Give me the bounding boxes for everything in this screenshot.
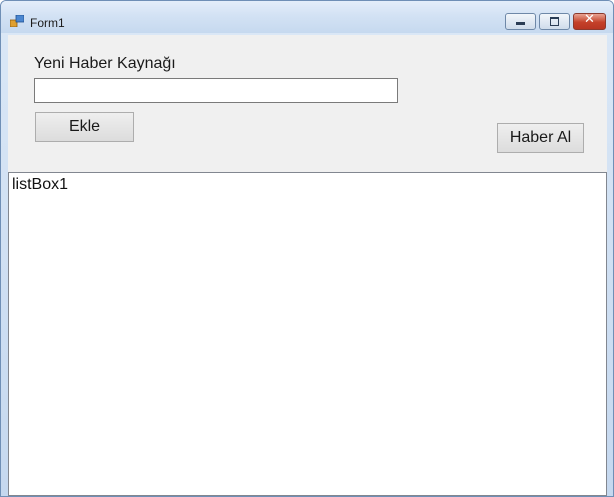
minimize-icon	[516, 22, 525, 25]
listbox-item[interactable]: listBox1	[12, 176, 68, 194]
form1-window: Form1 ✕ Yeni Haber Kaynağı Ekle Haber Al…	[0, 0, 614, 497]
news-listbox[interactable]: listBox1	[8, 172, 607, 496]
news-source-label: Yeni Haber Kaynağı	[34, 55, 176, 72]
window-title: Form1	[30, 16, 65, 30]
news-source-input[interactable]	[34, 78, 398, 103]
form-client-area: Yeni Haber Kaynağı Ekle Haber Al listBox…	[8, 35, 607, 496]
fetch-news-button[interactable]: Haber Al	[497, 123, 584, 153]
title-bar[interactable]: Form1 ✕	[1, 1, 613, 33]
add-button[interactable]: Ekle	[35, 112, 134, 142]
maximize-icon	[550, 17, 559, 26]
close-icon: ✕	[584, 12, 595, 27]
minimize-button[interactable]	[505, 13, 536, 30]
close-button[interactable]: ✕	[573, 12, 606, 30]
maximize-button[interactable]	[539, 13, 570, 30]
app-icon	[10, 15, 24, 27]
